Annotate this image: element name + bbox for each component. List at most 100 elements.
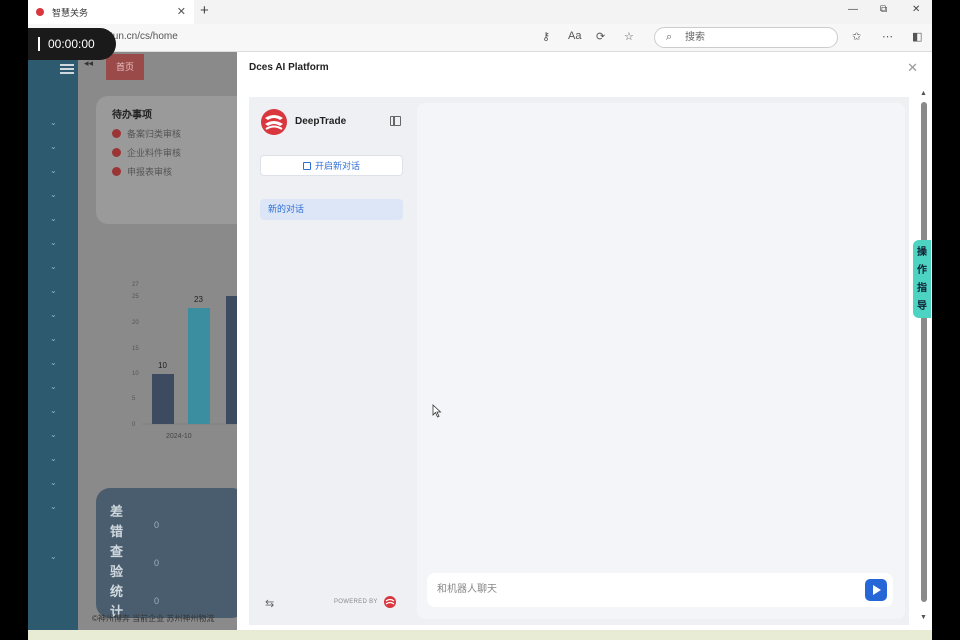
bg-stat-value: 0 bbox=[154, 596, 160, 606]
chat-input[interactable]: 和机器人聊天 bbox=[427, 573, 893, 607]
chevron-down-icon: ⌄ bbox=[50, 454, 57, 463]
deeptrade-logo-icon bbox=[261, 109, 287, 135]
bg-todo-item: 申报表审核 bbox=[112, 165, 230, 178]
pause-icon bbox=[38, 37, 40, 51]
mouse-cursor-icon bbox=[432, 404, 442, 418]
chevron-down-icon: ⌄ bbox=[50, 382, 57, 391]
chat-sidebar: DeepTrade 开启新对话 新的对话 ⇆ POWERED BY bbox=[249, 97, 417, 625]
chat-container: DeepTrade 开启新对话 新的对话 ⇆ POWERED BY 和机器人聊天 bbox=[249, 97, 909, 625]
chevron-down-icon: ⌄ bbox=[50, 310, 57, 319]
chevron-down-icon: ⌄ bbox=[50, 238, 57, 247]
chevron-down-icon: ⌄ bbox=[50, 478, 57, 487]
new-tab-button[interactable]: + bbox=[200, 2, 209, 19]
conversation-item[interactable]: 新的对话 bbox=[260, 199, 403, 220]
bg-chart-bar bbox=[188, 308, 210, 424]
brand-name: DeepTrade bbox=[295, 116, 347, 127]
search-placeholder: 搜索 bbox=[685, 32, 705, 43]
chevron-down-icon: ⌄ bbox=[50, 142, 57, 151]
modal-scrollbar[interactable]: ▲ ▼ bbox=[919, 90, 929, 622]
chevron-down-icon: ⌄ bbox=[50, 118, 57, 127]
scroll-down-icon[interactable]: ▼ bbox=[920, 614, 927, 621]
bg-stat-card: 差错查验统计 0 0 0 bbox=[96, 488, 246, 619]
modal-header: Dces AI Platform ✕ bbox=[237, 52, 932, 86]
restore-icon[interactable]: ⧉ bbox=[880, 4, 887, 15]
bg-chart-tick: 10 bbox=[132, 371, 139, 377]
search-input[interactable]: ⌕ 搜索 bbox=[654, 27, 838, 48]
sidebar-collapse-icon[interactable] bbox=[390, 116, 401, 126]
powered-by-label: POWERED BY bbox=[334, 599, 378, 605]
new-chat-button[interactable]: 开启新对话 bbox=[260, 155, 403, 176]
guide-char: 操 bbox=[917, 247, 927, 258]
guide-char: 导 bbox=[917, 301, 927, 312]
chevron-down-icon: ⌄ bbox=[50, 358, 57, 367]
bg-stat-value: 0 bbox=[154, 558, 160, 568]
bg-todo-item: 备案归类审核 bbox=[112, 127, 230, 140]
guide-char: 作 bbox=[917, 265, 927, 276]
bg-chart-x-label: 2024-10 bbox=[166, 433, 192, 440]
recording-indicator: 00:00:00 bbox=[28, 28, 116, 60]
address-bar: tun.cn/cs/home ⚷ Aa ⟳ ☆ ⌕ 搜索 ✩ ⋯ ◧ bbox=[28, 24, 932, 52]
browser-tabbar: 智慧关务 ✕ + — ⧉ ✕ bbox=[28, 0, 932, 24]
chevron-down-icon: ⌄ bbox=[50, 552, 57, 561]
letterbox-left bbox=[0, 0, 28, 640]
bg-todo-item: 企业料件审核 bbox=[112, 146, 230, 159]
bg-chart-tick: 27 bbox=[132, 282, 139, 288]
powered-logo-icon bbox=[384, 596, 396, 608]
settings-sliders-icon[interactable]: ⇆ bbox=[265, 597, 274, 610]
chat-input-placeholder: 和机器人聊天 bbox=[437, 584, 497, 595]
bg-chart-bar bbox=[152, 374, 174, 424]
ai-platform-modal: Dces AI Platform ✕ DeepTrade 开启新对话 新的对话 … bbox=[237, 52, 932, 630]
menu-icon bbox=[60, 64, 74, 74]
bg-chart-tick: 25 bbox=[132, 294, 139, 300]
chevron-down-icon: ⌄ bbox=[50, 430, 57, 439]
bg-chart-data-label: 10 bbox=[158, 361, 167, 370]
tab-title: 智慧关务 bbox=[52, 7, 89, 18]
scroll-up-icon[interactable]: ▲ bbox=[920, 90, 927, 97]
operation-guide-tab[interactable]: 操 作 指 导 bbox=[913, 240, 931, 318]
bg-todo-card: 待办事项 备案归类审核 企业料件审核 申报表审核 bbox=[96, 96, 246, 224]
search-icon: ⌕ bbox=[666, 31, 673, 43]
browser-tab[interactable]: 智慧关务 ✕ bbox=[28, 0, 194, 24]
sidebar-toggle-icon[interactable]: ◧ bbox=[912, 30, 922, 43]
bg-chart-tick: 20 bbox=[132, 320, 139, 326]
bg-footer: ©神州博奔 当前企业 苏州神州物流 bbox=[92, 614, 215, 623]
bg-chart-tick: 0 bbox=[132, 422, 136, 428]
refresh-icon[interactable]: ⟳ bbox=[596, 30, 605, 43]
bg-bar-chart: 27 25 20 15 10 5 0 10 23 2024-10 bbox=[132, 282, 238, 440]
url-text[interactable]: tun.cn/cs/home bbox=[110, 31, 178, 42]
window-close-icon[interactable]: ✕ bbox=[912, 4, 920, 15]
bg-stat-title: 差错查验统计 bbox=[110, 504, 124, 619]
tab-close-icon[interactable]: ✕ bbox=[177, 5, 186, 18]
close-icon[interactable]: ✕ bbox=[907, 60, 918, 76]
chevron-down-icon: ⌄ bbox=[50, 262, 57, 271]
new-chat-label: 开启新对话 bbox=[314, 161, 360, 171]
chevron-down-icon: ⌄ bbox=[50, 286, 57, 295]
letterbox-right bbox=[932, 0, 960, 640]
bg-chart-tick: 5 bbox=[132, 396, 136, 402]
scrollbar-thumb[interactable] bbox=[921, 102, 927, 602]
bg-todo-title: 待办事项 bbox=[112, 110, 152, 121]
bg-sidebar: ⌄ ⌄ ⌄ ⌄ ⌄ ⌄ ⌄ ⌄ ⌄ ⌄ ⌄ ⌄ ⌄ ⌄ ⌄ ⌄ ⌄ ⌄ bbox=[28, 52, 78, 630]
modal-title: Dces AI Platform bbox=[249, 62, 329, 73]
chevron-down-icon: ⌄ bbox=[50, 334, 57, 343]
recording-time: 00:00:00 bbox=[48, 37, 95, 51]
chevron-down-icon: ⌄ bbox=[50, 406, 57, 415]
chevron-down-icon: ⌄ bbox=[50, 166, 57, 175]
taskbar bbox=[28, 630, 932, 640]
minimize-icon[interactable]: — bbox=[848, 4, 858, 15]
guide-char: 指 bbox=[917, 283, 927, 294]
chat-main: 和机器人聊天 bbox=[417, 103, 905, 619]
favorite-star-icon[interactable]: ☆ bbox=[624, 30, 634, 43]
site-favicon-icon bbox=[36, 8, 44, 16]
new-chat-icon bbox=[302, 161, 311, 170]
key-icon[interactable]: ⚷ bbox=[542, 30, 550, 43]
more-icon[interactable]: ⋯ bbox=[882, 30, 893, 43]
bg-chart-tick: 15 bbox=[132, 346, 139, 352]
chevron-down-icon: ⌄ bbox=[50, 502, 57, 511]
chevron-down-icon: ⌄ bbox=[50, 214, 57, 223]
screen: 智慧关务 ✕ + — ⧉ ✕ tun.cn/cs/home ⚷ Aa ⟳ ☆ ⌕… bbox=[28, 0, 932, 640]
bg-stat-value: 0 bbox=[154, 520, 160, 530]
send-button[interactable] bbox=[865, 579, 887, 601]
read-aloud-icon[interactable]: Aa bbox=[568, 30, 581, 42]
favorites-icon[interactable]: ✩ bbox=[852, 30, 861, 43]
